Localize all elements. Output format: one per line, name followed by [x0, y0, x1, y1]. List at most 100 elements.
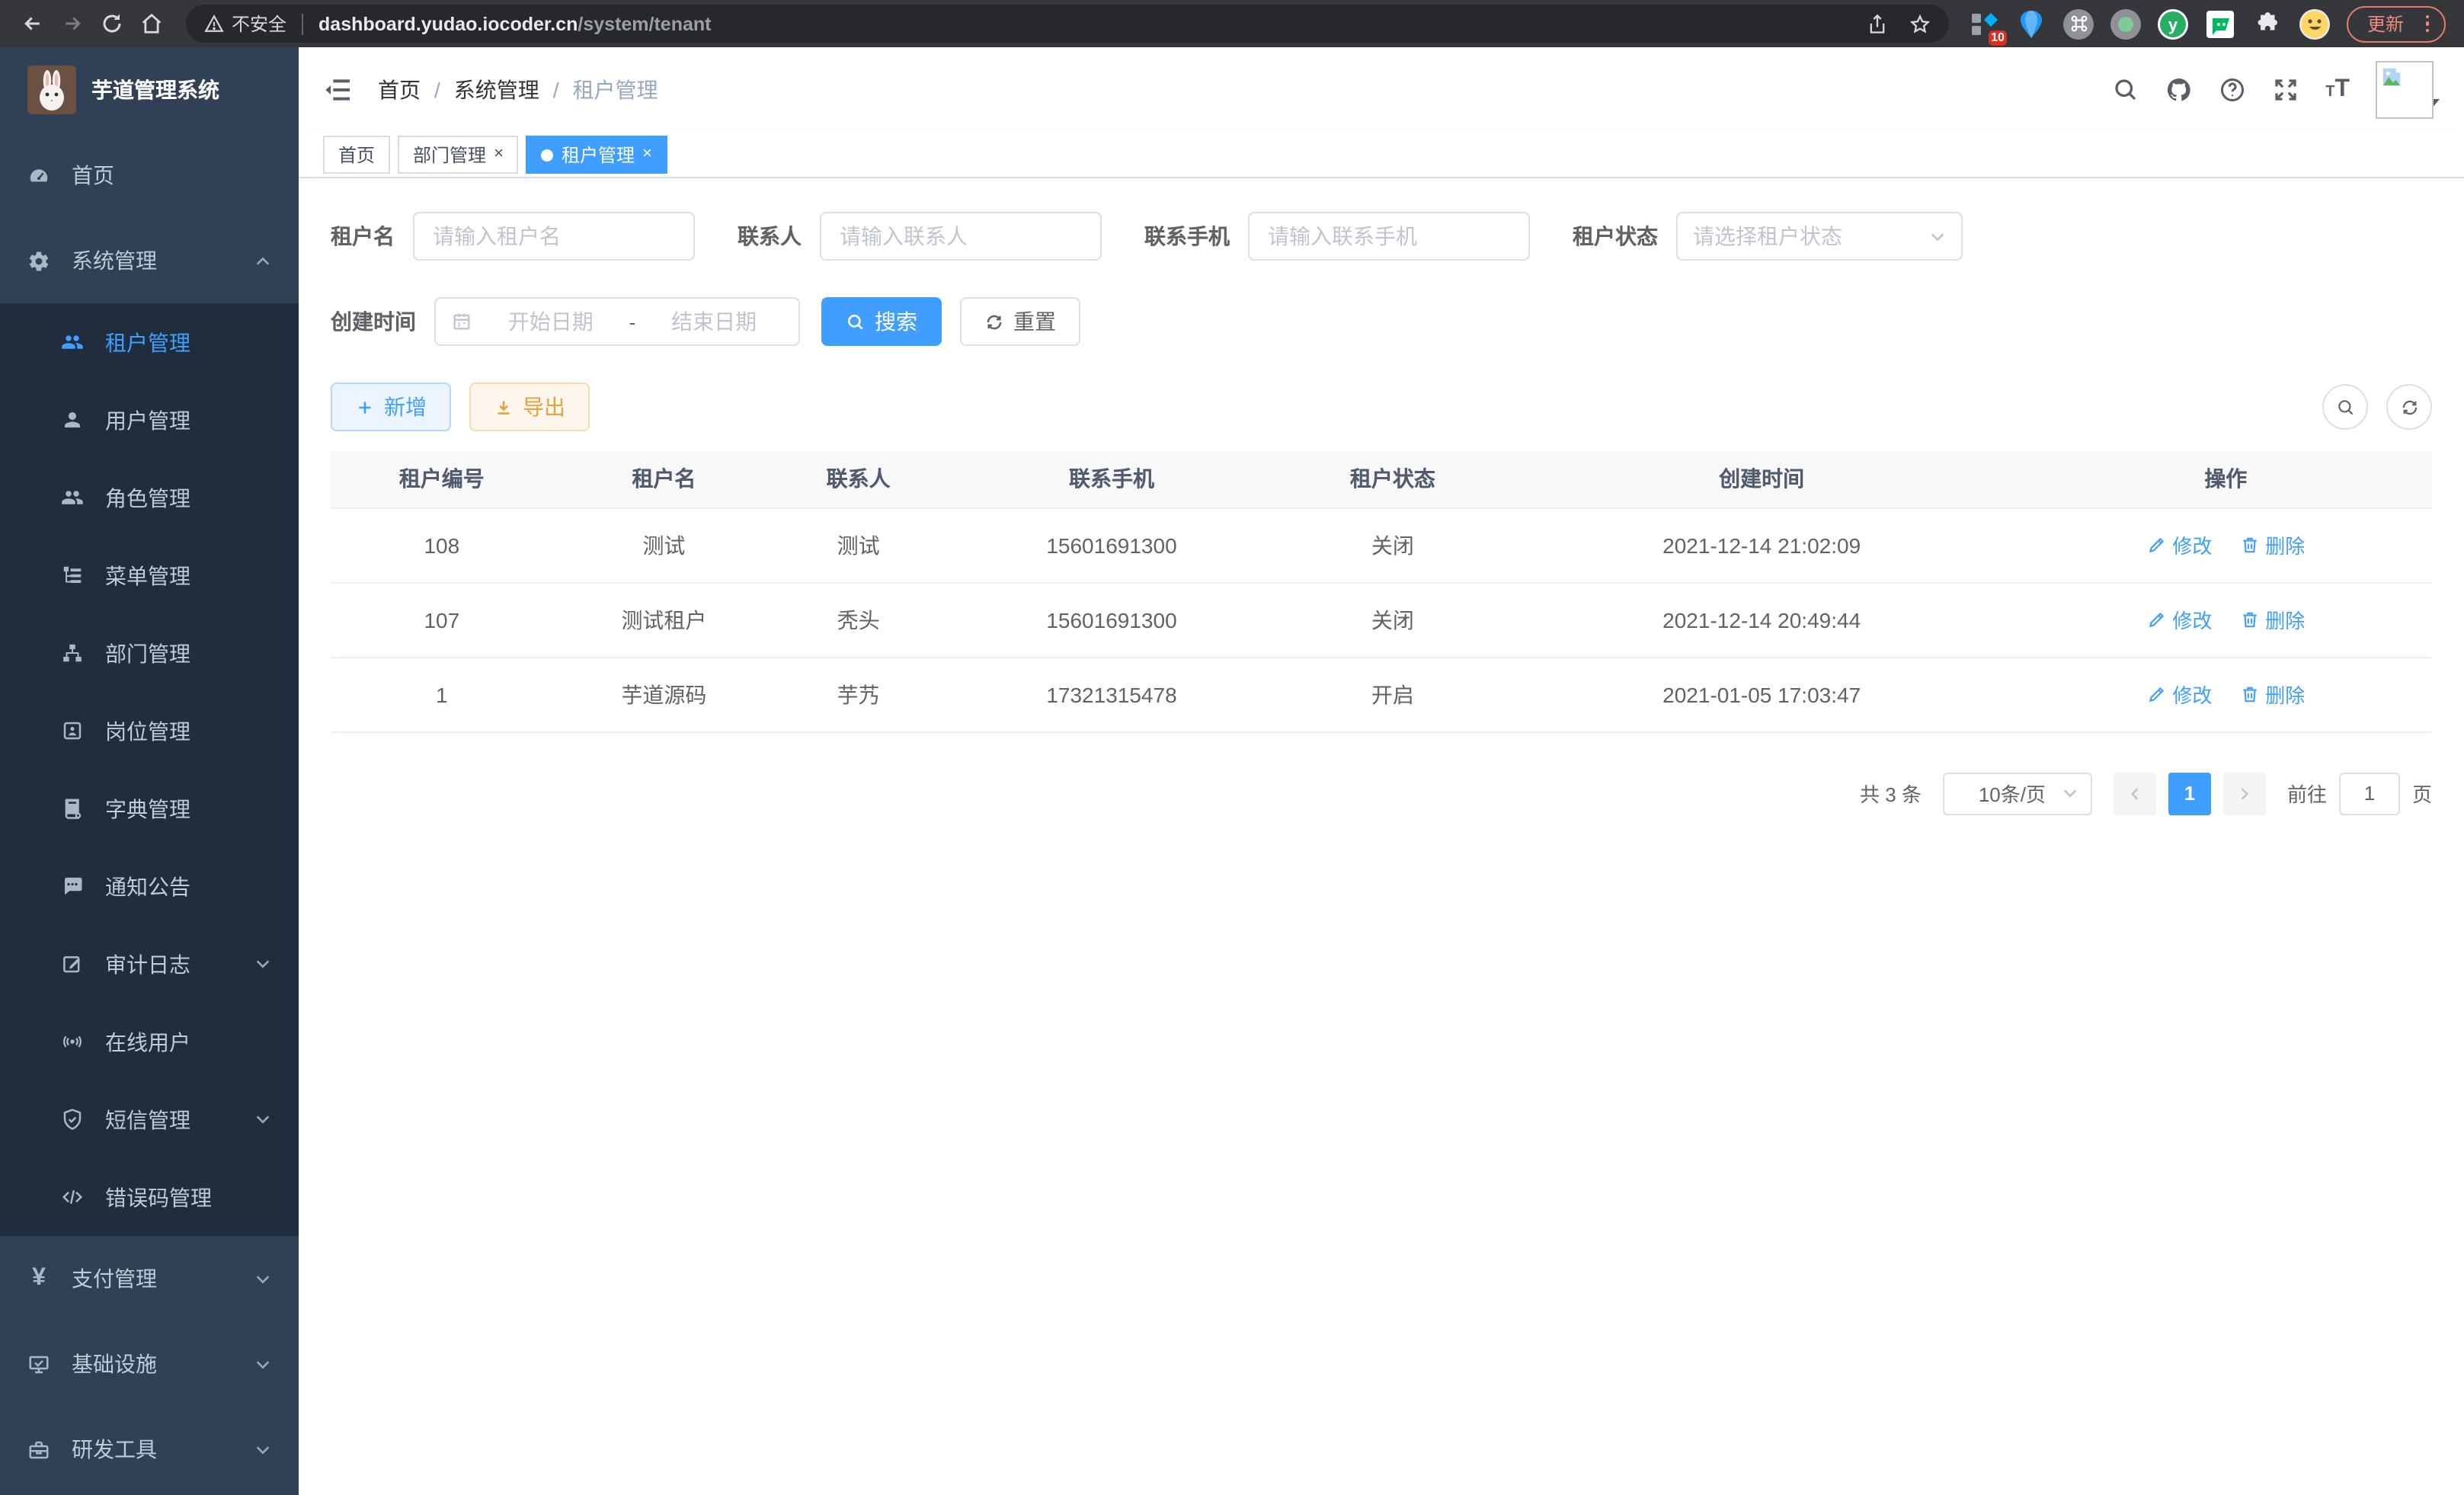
sidebar-item-role[interactable]: 角色管理	[0, 459, 299, 536]
extensions-puzzle-icon[interactable]	[2251, 7, 2285, 40]
cell-tenant-name: 测试	[553, 507, 776, 582]
sidebar-item-menu[interactable]: 菜单管理	[0, 536, 299, 614]
trash-icon	[2239, 684, 2259, 704]
page-content: 租户名 联系人 联系手机 租户状态 请选择租户状态 创建时间	[299, 178, 2464, 1495]
goto-page-input[interactable]	[2339, 772, 2400, 815]
tenant-table: 租户编号 租户名 联系人 联系手机 租户状态 创建时间 操作 108 测试	[331, 451, 2432, 732]
col-tenant-id: 租户编号	[331, 451, 553, 507]
close-icon[interactable]: ×	[494, 146, 504, 163]
browser-menu-icon[interactable]	[2416, 15, 2438, 33]
trash-icon	[2239, 610, 2259, 629]
browser-reload-button[interactable]	[91, 4, 131, 43]
col-actions: 操作	[2020, 451, 2432, 507]
smiley-glyph	[2299, 7, 2332, 40]
sidebar-item-label: 在线用户	[105, 1026, 190, 1057]
browser-toolbar: 不安全 dashboard.yudao.iocoder.cn/system/te…	[0, 0, 2464, 47]
avatar[interactable]	[2376, 61, 2434, 119]
sidebar-item-notice[interactable]: 通知公告	[0, 847, 299, 925]
prev-page-button[interactable]	[2114, 772, 2156, 815]
refresh-table-button[interactable]	[2386, 384, 2432, 430]
mobile-input[interactable]	[1248, 212, 1530, 261]
sidebar-item-user[interactable]: 用户管理	[0, 381, 299, 459]
extension-chat-icon[interactable]	[2204, 7, 2238, 40]
breadcrumb: 首页 / 系统管理 / 租户管理	[378, 75, 658, 105]
cell-mobile: 15601691300	[942, 582, 1282, 657]
fullscreen-icon[interactable]	[2272, 76, 2299, 104]
browser-update-button[interactable]: 更新	[2347, 5, 2446, 42]
next-page-button[interactable]	[2223, 772, 2266, 815]
reset-button[interactable]: 重置	[960, 297, 1080, 346]
toolbox-icon	[27, 1438, 50, 1461]
sidebar-item-error-code[interactable]: 错误码管理	[0, 1158, 299, 1236]
status-select[interactable]: 请选择租户状态	[1676, 212, 1963, 261]
breadcrumb-home[interactable]: 首页	[378, 75, 421, 105]
sidebar-item-audit-log[interactable]: 审计日志	[0, 925, 299, 1003]
yen-icon: ¥	[27, 1265, 50, 1292]
sidebar-item-dev-tools[interactable]: 研发工具	[0, 1407, 299, 1492]
sidebar-item-sms[interactable]: 短信管理	[0, 1080, 299, 1158]
sidebar-item-label: 通知公告	[105, 871, 190, 901]
bookmark-star-icon[interactable]	[1910, 13, 1931, 34]
extension-tab-manager-icon[interactable]: 10	[1968, 7, 2002, 40]
extension-badge: 10	[1988, 30, 2008, 45]
profile-avatar-icon[interactable]	[2299, 7, 2332, 40]
sidebar-item-dict[interactable]: 字典管理	[0, 770, 299, 847]
browser-forward-button[interactable]	[52, 4, 91, 43]
sidebar-item-dept[interactable]: 部门管理	[0, 614, 299, 692]
font-size-icon[interactable]: TT	[2325, 76, 2350, 104]
toggle-search-button[interactable]	[2322, 384, 2368, 430]
tenant-name-label: 租户名	[331, 221, 395, 251]
plus-icon	[355, 397, 375, 417]
cell-contact: 秃头	[775, 582, 942, 657]
edit-link[interactable]: 修改	[2146, 680, 2212, 709]
edit-link[interactable]: 修改	[2146, 605, 2212, 634]
sidebar-item-payment[interactable]: ¥ 支付管理	[0, 1236, 299, 1321]
sidebar-item-tenant[interactable]: 租户管理	[0, 303, 299, 381]
sidebar-collapse-icon[interactable]	[323, 75, 354, 105]
sidebar-item-online-users[interactable]: 在线用户	[0, 1003, 299, 1080]
extension-y-icon[interactable]: y	[2157, 7, 2190, 40]
close-icon[interactable]: ×	[642, 146, 652, 163]
tab-dept[interactable]: 部门管理 ×	[398, 136, 519, 174]
user-menu[interactable]	[2376, 61, 2440, 119]
tab-tenant[interactable]: 租户管理 ×	[526, 136, 667, 174]
github-icon[interactable]	[2165, 76, 2193, 104]
sidebar-item-infrastructure[interactable]: 基础设施	[0, 1321, 299, 1407]
sidebar-item-home[interactable]: 首页	[0, 133, 299, 218]
chevron-up-icon	[254, 252, 271, 269]
extension-kite-icon[interactable]	[2015, 7, 2049, 40]
header-search-icon[interactable]	[2112, 76, 2139, 104]
edit-link[interactable]: 修改	[2146, 530, 2212, 559]
browser-home-button[interactable]	[131, 4, 171, 43]
extension-command-icon[interactable]	[2062, 7, 2096, 40]
cell-tenant-name: 测试租户	[553, 582, 776, 657]
search-button[interactable]: 搜索	[821, 297, 942, 346]
address-bar[interactable]: 不安全 dashboard.yudao.iocoder.cn/system/te…	[186, 5, 1950, 43]
tenant-name-input[interactable]	[413, 212, 695, 261]
delete-link[interactable]: 删除	[2239, 530, 2305, 559]
breadcrumb-separator: /	[434, 78, 440, 102]
sidebar-item-post[interactable]: 岗位管理	[0, 692, 299, 770]
chevron-down-icon	[254, 1111, 271, 1128]
help-icon[interactable]	[2219, 76, 2246, 104]
sidebar-logo[interactable]: 芋道管理系统	[0, 47, 299, 133]
security-indicator[interactable]: 不安全	[204, 11, 286, 37]
cell-actions: 修改 删除	[2020, 657, 2432, 731]
delete-link[interactable]: 删除	[2239, 605, 2305, 634]
share-icon[interactable]	[1867, 13, 1889, 34]
page-size-select[interactable]: 10条/页	[1943, 772, 2092, 815]
tab-home[interactable]: 首页	[323, 136, 390, 174]
tab-label: 首页	[338, 142, 375, 168]
extension-recorder-icon[interactable]	[2110, 7, 2143, 40]
current-page-button[interactable]: 1	[2168, 772, 2211, 815]
contact-input[interactable]	[820, 212, 1102, 261]
browser-back-button[interactable]	[12, 4, 52, 43]
add-button[interactable]: 新增	[331, 383, 451, 431]
refresh-icon	[2399, 397, 2419, 417]
export-button[interactable]: 导出	[469, 383, 590, 431]
sidebar-item-system[interactable]: 系统管理	[0, 218, 299, 303]
breadcrumb-system[interactable]: 系统管理	[454, 75, 539, 105]
delete-link[interactable]: 删除	[2239, 680, 2305, 709]
cell-actions: 修改 删除	[2020, 507, 2432, 582]
date-range-picker[interactable]: 开始日期 - 结束日期	[434, 297, 800, 346]
